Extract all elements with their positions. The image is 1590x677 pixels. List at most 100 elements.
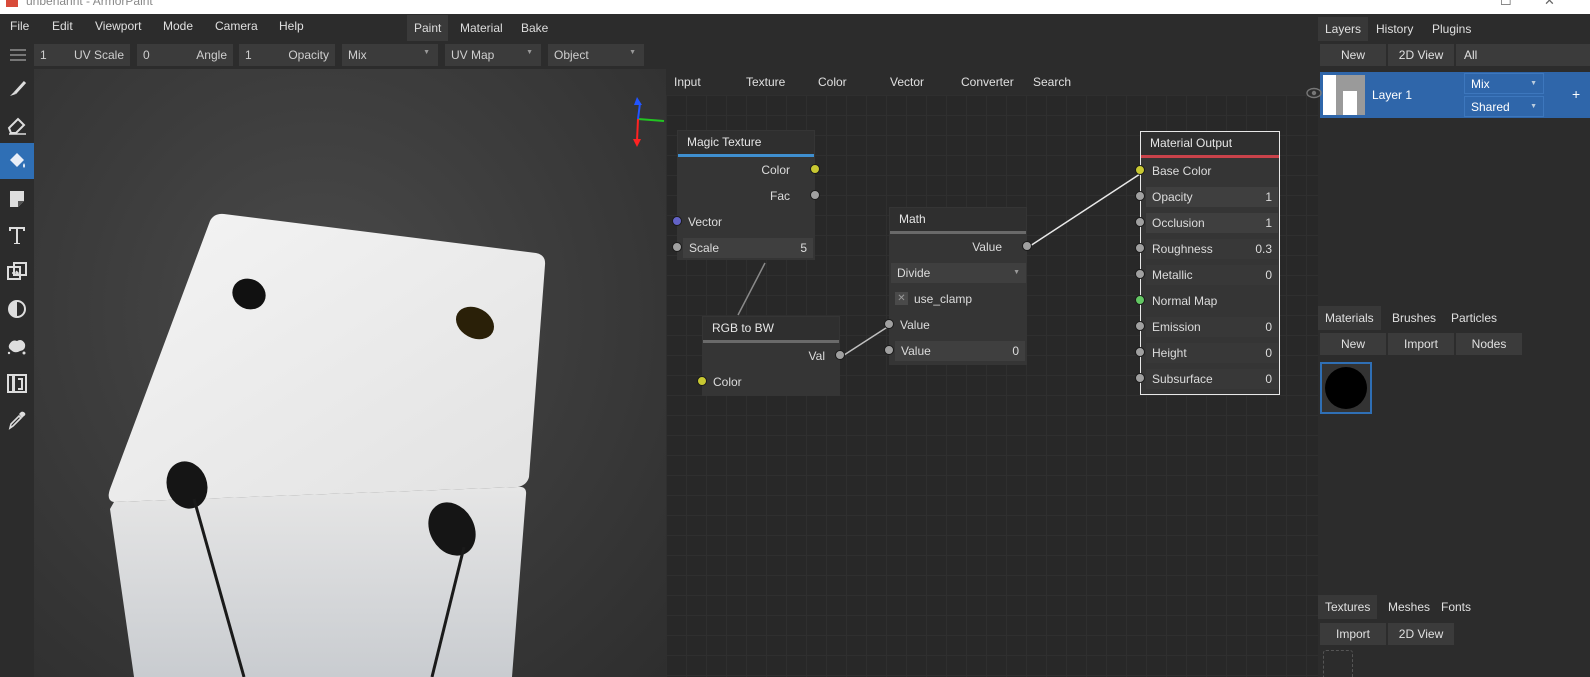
layer-mode-select[interactable]: Shared ▼ <box>1464 96 1544 117</box>
particle-tool[interactable] <box>0 328 34 364</box>
text-tool[interactable] <box>0 217 34 253</box>
input-emission-socket[interactable] <box>1135 321 1145 331</box>
node-magic-texture[interactable]: Magic Texture Color Fac Vector Scale 5 <box>672 130 820 260</box>
value2-field[interactable]: Value 0 <box>895 341 1025 361</box>
tab-textures[interactable]: Textures <box>1318 595 1378 619</box>
tab-bake[interactable]: Bake <box>514 15 555 41</box>
menu-edit[interactable]: Edit <box>52 19 73 33</box>
node-menu-vector[interactable]: Vector <box>890 75 924 89</box>
uv-map-select[interactable]: UV Map ▼ <box>445 44 541 66</box>
layer-name[interactable]: Layer 1 <box>1372 88 1412 102</box>
metallic-input[interactable]: Metallic 0 <box>1146 265 1278 285</box>
tab-history[interactable]: History <box>1369 17 1420 41</box>
new-layer-button[interactable]: New <box>1320 44 1386 66</box>
opacity-input[interactable]: Opacity 1 <box>1146 187 1278 207</box>
tab-meshes[interactable]: Meshes <box>1381 595 1437 619</box>
subsurface-input[interactable]: Subsurface 0 <box>1146 369 1278 389</box>
node-menu-texture[interactable]: Texture <box>746 75 785 89</box>
node-menu-color[interactable]: Color <box>818 75 847 89</box>
angle-field[interactable]: 0 Angle <box>137 44 233 66</box>
input-normal-map-socket[interactable] <box>1135 295 1145 305</box>
blur-tool[interactable] <box>0 291 34 327</box>
input-height-socket[interactable] <box>1135 347 1145 357</box>
texture-slot[interactable] <box>1323 650 1353 677</box>
node-menu-search[interactable]: Search <box>1033 75 1071 89</box>
blend-mode-select[interactable]: Mix ▼ <box>342 44 438 66</box>
node-canvas[interactable]: Magic Texture Color Fac Vector Scale 5 R… <box>666 95 1318 677</box>
input-base-color-socket[interactable] <box>1135 165 1145 175</box>
fill-tool[interactable] <box>0 143 34 179</box>
tab-plugins[interactable]: Plugins <box>1425 17 1478 41</box>
input-metallic-socket[interactable] <box>1135 269 1145 279</box>
eraser-tool[interactable] <box>0 107 34 143</box>
node-title[interactable]: RGB to BW <box>703 317 839 340</box>
bake-tool[interactable] <box>0 365 34 401</box>
input-roughness-socket[interactable] <box>1135 243 1145 253</box>
node-rgb-to-bw[interactable]: RGB to BW Val Color <box>697 316 845 396</box>
node-title[interactable]: Material Output <box>1141 132 1279 155</box>
import-texture-button[interactable]: Import <box>1320 623 1386 645</box>
layer-thumbnail[interactable] <box>1323 75 1365 115</box>
input-scale-socket[interactable] <box>672 242 682 252</box>
height-input[interactable]: Height 0 <box>1146 343 1278 363</box>
output-color-socket[interactable] <box>810 164 820 174</box>
output-fac-socket[interactable] <box>810 190 820 200</box>
tab-materials[interactable]: Materials <box>1318 306 1381 330</box>
node-title[interactable]: Math <box>890 208 1026 231</box>
add-mask-icon[interactable]: + <box>1572 86 1580 102</box>
tab-paint[interactable]: Paint <box>407 15 449 41</box>
node-title[interactable]: Magic Texture <box>678 131 814 154</box>
new-material-button[interactable]: New <box>1320 333 1386 355</box>
import-material-button[interactable]: Import <box>1388 333 1454 355</box>
use-clamp-checkbox[interactable]: ✕ <box>895 292 908 305</box>
3d-viewport[interactable] <box>34 69 666 677</box>
node-menu-input[interactable]: Input <box>674 75 701 89</box>
output-val-socket[interactable] <box>835 350 845 360</box>
material-nodes-button[interactable]: Nodes <box>1456 333 1522 355</box>
close-icon[interactable]: ✕ <box>1544 0 1555 9</box>
menu-help[interactable]: Help <box>279 19 304 33</box>
menu-camera[interactable]: Camera <box>215 19 258 33</box>
input-subsurface-socket[interactable] <box>1135 373 1145 383</box>
object-select[interactable]: Object ▼ <box>548 44 644 66</box>
menu-viewport[interactable]: Viewport <box>95 19 141 33</box>
input-value1-socket[interactable] <box>884 319 894 329</box>
tab-layers[interactable]: Layers <box>1318 17 1369 41</box>
node-material-output[interactable]: Material Output Base Color Opacity 1 Occ… <box>1135 131 1280 395</box>
menu-mode[interactable]: Mode <box>163 19 193 33</box>
visibility-icon[interactable] <box>1306 86 1322 103</box>
layer-row[interactable]: Layer 1 Mix ▼ Shared ▼ + <box>1306 72 1590 118</box>
decal-tool[interactable] <box>0 180 34 216</box>
roughness-input[interactable]: Roughness 0.3 <box>1146 239 1278 259</box>
layer-blend-select[interactable]: Mix ▼ <box>1464 73 1544 94</box>
picker-tool[interactable] <box>0 402 34 438</box>
tab-material[interactable]: Material <box>453 15 510 41</box>
opacity-field[interactable]: 1 Opacity <box>239 44 335 66</box>
emission-input[interactable]: Emission 0 <box>1146 317 1278 337</box>
input-opacity-row: Opacity 1 <box>1135 184 1279 210</box>
layer-filter-select[interactable]: All <box>1456 44 1590 66</box>
uv-scale-field[interactable]: 1 UV Scale <box>34 44 130 66</box>
occlusion-input[interactable]: Occlusion 1 <box>1146 213 1278 233</box>
axis-gizmo[interactable] <box>633 97 665 147</box>
node-math[interactable]: Math Value Divide ▼ ✕ use_clamp Value Va… <box>884 207 1032 365</box>
layers-2d-view-button[interactable]: 2D View <box>1388 44 1454 66</box>
operation-select[interactable]: Divide ▼ <box>891 263 1026 283</box>
node-menu-converter[interactable]: Converter <box>961 75 1014 89</box>
tab-particles[interactable]: Particles <box>1444 306 1504 330</box>
textures-2d-view-button[interactable]: 2D View <box>1388 623 1454 645</box>
scale-field[interactable]: Scale 5 <box>683 238 813 258</box>
input-color-socket[interactable] <box>697 376 707 386</box>
brush-tool[interactable] <box>0 71 34 107</box>
input-value2-socket[interactable] <box>884 345 894 355</box>
tab-fonts[interactable]: Fonts <box>1434 595 1478 619</box>
output-value-socket[interactable] <box>1022 241 1032 251</box>
maximize-icon[interactable]: ☐ <box>1500 0 1512 9</box>
clone-tool[interactable] <box>0 254 34 290</box>
input-vector-socket[interactable] <box>672 216 682 226</box>
tab-brushes[interactable]: Brushes <box>1385 306 1443 330</box>
input-occlusion-socket[interactable] <box>1135 217 1145 227</box>
menu-file[interactable]: File <box>10 19 29 33</box>
input-opacity-socket[interactable] <box>1135 191 1145 201</box>
material-slot[interactable] <box>1320 362 1372 414</box>
